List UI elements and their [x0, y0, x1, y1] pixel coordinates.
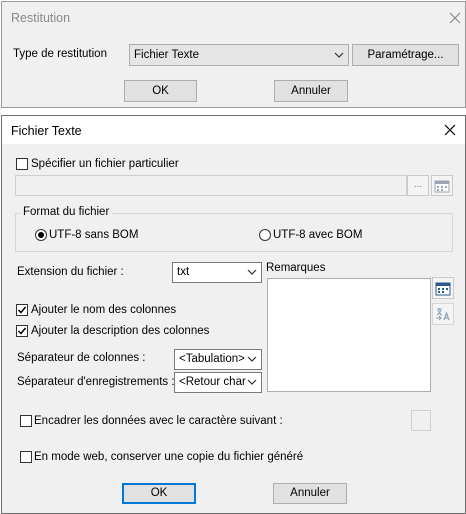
restitution-ok-button[interactable]: OK [124, 80, 197, 102]
checkmark-icon [17, 327, 27, 335]
add-column-desc-checkbox[interactable] [16, 325, 28, 337]
enclose-char-field[interactable] [411, 410, 431, 431]
add-column-names-label: Ajouter le nom des colonnes [31, 304, 177, 316]
add-column-desc-label: Ajouter la description des colonnes [31, 325, 210, 337]
restitution-title: Restitution [11, 11, 71, 25]
close-icon[interactable] [448, 11, 462, 25]
extension-select[interactable]: txt [172, 262, 262, 283]
chevron-down-icon [334, 52, 344, 58]
file-path-field[interactable] [15, 175, 407, 196]
enclose-checkbox[interactable] [20, 415, 32, 427]
dialog-cancel-button[interactable]: Annuler [273, 483, 347, 504]
remarks-textarea[interactable] [267, 278, 431, 392]
extension-value: txt [177, 266, 190, 278]
type-restitution-label: Type de restitution [13, 48, 107, 60]
calendar-icon[interactable] [432, 277, 454, 299]
column-separator-select[interactable]: <Tabulation> [174, 349, 262, 370]
chevron-down-icon [246, 376, 258, 388]
chevron-down-icon [247, 269, 257, 275]
radio-utf8-avec-bom-label: UTF-8 avec BOM [273, 229, 363, 241]
column-separator-label: Séparateur de colonnes : [17, 352, 146, 364]
record-separator-label: Séparateur d'enregistrements : [17, 376, 175, 388]
radio-utf8-sans-bom-label: UTF-8 sans BOM [49, 229, 139, 241]
radio-utf8-avec-bom[interactable] [259, 229, 271, 241]
parametrage-button[interactable]: Paramétrage... [352, 44, 459, 66]
type-restitution-value: Fichier Texte [134, 49, 199, 61]
browse-label: ... [413, 179, 423, 190]
remarks-label: Remarques [266, 262, 326, 274]
close-icon[interactable] [443, 123, 457, 137]
browse-button[interactable]: ... [407, 175, 429, 196]
web-copy-checkbox[interactable] [20, 451, 32, 463]
calendar-icon[interactable] [431, 175, 453, 196]
record-separator-value: <Retour char [179, 376, 246, 388]
checkmark-icon [17, 306, 27, 314]
record-separator-select[interactable]: <Retour char [174, 372, 262, 393]
add-column-names-checkbox[interactable] [16, 304, 28, 316]
format-group-title: Format du fichier [20, 206, 113, 218]
restitution-window: Restitution Type de restitution Fichier … [1, 1, 466, 108]
specific-file-checkbox[interactable] [16, 158, 28, 170]
web-copy-label: En mode web, conserver une copie du fich… [34, 451, 304, 463]
restitution-cancel-button[interactable]: Annuler [274, 80, 348, 102]
dialog-title: Fichier Texte [11, 124, 82, 138]
chevron-down-icon [246, 353, 258, 365]
translate-icon[interactable] [432, 303, 454, 325]
radio-utf8-sans-bom[interactable] [35, 229, 47, 241]
extension-label: Extension du fichier : [17, 266, 124, 278]
column-separator-value: <Tabulation> [179, 353, 245, 365]
fichier-texte-dialog: Fichier Texte Spécifier un fichier parti… [1, 115, 466, 514]
specific-file-label: Spécifier un fichier particulier [31, 158, 179, 170]
enclose-label: Encadrer les données avec le caractère s… [34, 415, 283, 427]
dialog-ok-button[interactable]: OK [122, 483, 196, 504]
type-restitution-select[interactable]: Fichier Texte [129, 44, 349, 66]
